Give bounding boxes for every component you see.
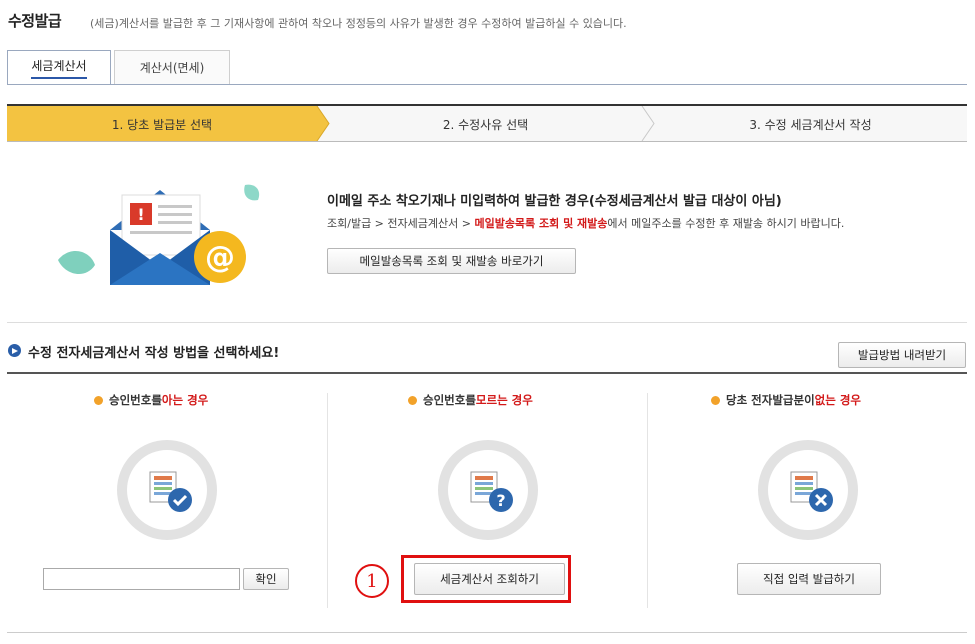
svg-text:@: @ <box>205 240 235 275</box>
column-unknown-heading: 승인번호를 모르는 경우 <box>408 392 533 408</box>
document-x-icon <box>790 471 833 512</box>
step-indicator: 1. 당초 발급분 선택 2. 수정사유 선택 3. 수정 세금계산서 작성 <box>7 104 967 142</box>
email-notice-desc-prefix: 조회/발급 > 전자세금계산서 > <box>327 217 475 230</box>
approval-number-input[interactable] <box>43 568 240 590</box>
divider <box>7 322 967 323</box>
leaf-icon <box>244 184 260 201</box>
leaf-icon <box>58 250 95 275</box>
document-question-icon: ? <box>470 471 513 512</box>
column-none-pre: 당초 전자발급분이 <box>726 393 815 407</box>
tab-tax-invoice[interactable]: 세금계산서 <box>7 50 111 84</box>
step-2-label: 2. 수정사유 선택 <box>442 118 529 132</box>
email-illustration: ! @ <box>58 184 260 285</box>
tab-tax-invoice-label: 세금계산서 <box>31 57 87 79</box>
page-description: (세금)계산서를 발급한 후 그 기재사항에 관하여 착오나 정정등의 사유가 … <box>90 17 627 30</box>
column-unknown-red: 모르는 경우 <box>475 393 533 407</box>
email-notice-title: 이메일 주소 착오기재나 미입력하여 발급한 경우(수정세금계산서 발급 대상이… <box>327 194 782 209</box>
svg-text:?: ? <box>496 491 505 510</box>
download-guide-button[interactable]: 발급방법 내려받기 <box>838 342 966 368</box>
direct-input-issue-button[interactable]: 직접 입력 발급하기 <box>737 563 881 595</box>
step-3-label: 3. 수정 세금계산서 작성 <box>749 118 872 132</box>
column-divider <box>327 393 328 608</box>
column-divider <box>647 393 648 608</box>
email-notice-desc-highlight: 메일발송목록 조회 및 재발송 <box>474 217 608 230</box>
column-none-heading: 당초 전자발급분이 없는 경우 <box>711 392 861 408</box>
tab-invoice-exempt[interactable]: 계산서(면세) <box>114 50 230 84</box>
page-title: 수정발급 <box>8 12 62 30</box>
arrow-right-icon <box>12 348 18 354</box>
tab-divider <box>7 84 967 85</box>
method-section-title: 수정 전자세금계산서 작성 방법을 선택하세요! <box>28 346 280 361</box>
tab-invoice-exempt-label: 계산서(면세) <box>139 61 205 75</box>
document-check-icon <box>149 471 192 512</box>
bottom-divider <box>7 632 967 633</box>
column-none-red: 없는 경우 <box>814 393 861 407</box>
confirm-button[interactable]: 확인 <box>243 568 289 590</box>
bullet-icon <box>711 395 720 405</box>
bullet-icon <box>408 395 417 405</box>
bullet-icon <box>94 395 103 405</box>
mail-resend-shortcut-button[interactable]: 메일발송목록 조회 및 재발송 바로가기 <box>327 248 576 274</box>
column-known-heading: 승인번호를 아는 경우 <box>94 392 208 408</box>
svg-text:!: ! <box>137 205 144 224</box>
column-known-red: 아는 경우 <box>161 393 209 407</box>
email-notice-desc-suffix: 에서 메일주소를 수정한 후 재발송 하시기 바랍니다. <box>607 217 845 230</box>
annotation-number: 1 <box>355 564 389 598</box>
email-notice-desc: 조회/발급 > 전자세금계산서 > 메일발송목록 조회 및 재발송에서 메일주소… <box>327 215 844 231</box>
method-divider <box>7 372 967 374</box>
column-known-pre: 승인번호를 <box>109 393 162 407</box>
highlight-box <box>401 555 571 603</box>
column-unknown-pre: 승인번호를 <box>423 393 476 407</box>
step-1-label: 1. 당초 발급분 선택 <box>111 118 213 132</box>
